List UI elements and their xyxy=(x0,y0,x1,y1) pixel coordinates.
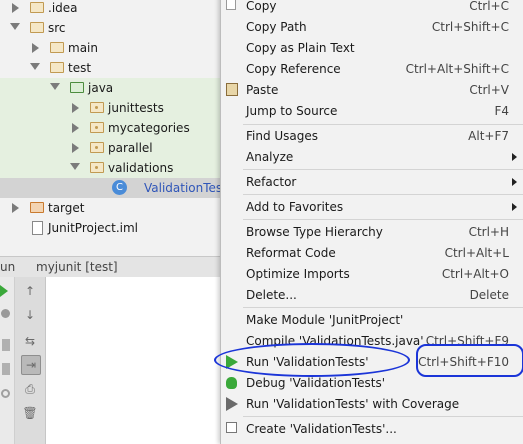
annotation-box-shortcut xyxy=(416,344,523,377)
coverage-icon xyxy=(226,397,238,411)
menu-item-copy[interactable]: Copy Ctrl+C xyxy=(221,0,523,17)
run-toolbar: ↑ ↓ ⇆ ⇥ ⎙ 🗑 xyxy=(15,277,46,444)
menu-separator xyxy=(243,124,523,125)
menu-item-find-usages[interactable]: Find Usages Alt+F7 xyxy=(221,126,523,147)
pause-icon[interactable] xyxy=(1,309,10,318)
run-config-tab[interactable]: myjunit [test] xyxy=(36,260,118,274)
menu-separator xyxy=(243,169,523,170)
soft-wrap-icon[interactable]: ⇆ xyxy=(21,332,39,350)
folder-icon xyxy=(50,42,64,53)
chevron-down-icon[interactable] xyxy=(30,63,40,70)
menu-item-optimize-imports[interactable]: Optimize Imports Ctrl+Alt+O xyxy=(221,264,523,285)
stop-icon[interactable] xyxy=(2,339,10,351)
debug-icon xyxy=(226,377,237,389)
menu-item-copy-reference[interactable]: Copy Reference Ctrl+Alt+Shift+C xyxy=(221,59,523,80)
menu-item-create-config[interactable]: Create 'ValidationTests'... xyxy=(221,419,523,440)
menu-item-make-module[interactable]: Make Module 'JunitProject' xyxy=(221,310,523,331)
chevron-right-icon[interactable] xyxy=(72,143,79,153)
tree-item-label: java xyxy=(88,81,114,95)
folder-icon xyxy=(30,22,44,33)
tree-item-label: test xyxy=(68,61,92,75)
menu-item-run-with-coverage[interactable]: Run 'ValidationTests' with Coverage xyxy=(221,394,523,415)
chevron-down-icon[interactable] xyxy=(50,83,60,90)
paste-icon xyxy=(226,83,238,96)
test-class-icon: C xyxy=(112,180,127,195)
tree-item-label: parallel xyxy=(108,141,153,155)
trash-icon[interactable]: 🗑 xyxy=(21,404,39,422)
menu-item-delete[interactable]: Delete... Delete xyxy=(221,285,523,306)
settings-icon[interactable] xyxy=(1,389,10,398)
package-icon xyxy=(90,162,104,173)
run-left-gutter xyxy=(0,277,15,444)
file-icon xyxy=(32,221,43,235)
folder-icon xyxy=(30,202,44,213)
source-folder-icon xyxy=(70,82,84,93)
tree-item-label: junittests xyxy=(108,101,164,115)
menu-separator xyxy=(243,416,523,417)
folder-icon xyxy=(50,62,64,73)
package-icon xyxy=(90,142,104,153)
print-icon[interactable]: ⎙ xyxy=(21,380,39,398)
context-menu: Copy Ctrl+C Copy Path Ctrl+Shift+C Copy … xyxy=(220,0,523,444)
chevron-down-icon[interactable] xyxy=(70,163,80,170)
scroll-to-end-icon[interactable]: ⇥ xyxy=(21,355,41,375)
chevron-right-icon[interactable] xyxy=(32,43,39,53)
run-panel-title: un xyxy=(0,260,16,274)
down-arrow-icon[interactable]: ↓ xyxy=(21,306,39,324)
menu-separator xyxy=(243,194,523,195)
submenu-arrow-icon xyxy=(512,178,517,186)
annotation-circle-run xyxy=(214,343,410,377)
package-icon xyxy=(90,102,104,113)
menu-item-add-to-favorites[interactable]: Add to Favorites xyxy=(221,197,523,218)
submenu-arrow-icon xyxy=(512,203,517,211)
tree-item-label: main xyxy=(68,41,98,55)
tree-item-label: JunitProject.iml xyxy=(48,221,139,235)
copy-icon xyxy=(226,0,236,10)
chevron-down-icon[interactable] xyxy=(10,23,20,30)
package-icon xyxy=(90,122,104,133)
menu-item-refactor[interactable]: Refactor xyxy=(221,172,523,193)
tree-item-label: mycategories xyxy=(108,121,190,135)
submenu-arrow-icon xyxy=(512,153,517,161)
folder-icon xyxy=(30,2,44,13)
tree-item-label: .idea xyxy=(48,1,78,15)
menu-item-paste[interactable]: Paste Ctrl+V xyxy=(221,80,523,101)
menu-item-analyze[interactable]: Analyze xyxy=(221,147,523,168)
panel-icon[interactable] xyxy=(2,363,10,375)
create-config-icon xyxy=(226,422,237,433)
menu-item-browse-type-hierarchy[interactable]: Browse Type Hierarchy Ctrl+H xyxy=(221,222,523,243)
menu-item-jump-to-source[interactable]: Jump to Source F4 xyxy=(221,101,523,122)
chevron-right-icon[interactable] xyxy=(12,203,19,213)
tree-item-label: src xyxy=(48,21,66,35)
tree-item-label: validations xyxy=(108,161,174,175)
menu-separator xyxy=(243,307,523,308)
run-icon[interactable] xyxy=(0,285,8,297)
menu-separator xyxy=(243,219,523,220)
chevron-right-icon[interactable] xyxy=(72,103,79,113)
up-arrow-icon[interactable]: ↑ xyxy=(21,282,39,300)
chevron-right-icon[interactable] xyxy=(72,123,79,133)
menu-item-reformat-code[interactable]: Reformat Code Ctrl+Alt+L xyxy=(221,243,523,264)
menu-item-copy-plain-text[interactable]: Copy as Plain Text xyxy=(221,38,523,59)
chevron-right-icon[interactable] xyxy=(12,3,19,13)
tree-item-label: target xyxy=(48,201,85,215)
menu-item-copy-path[interactable]: Copy Path Ctrl+Shift+C xyxy=(221,17,523,38)
